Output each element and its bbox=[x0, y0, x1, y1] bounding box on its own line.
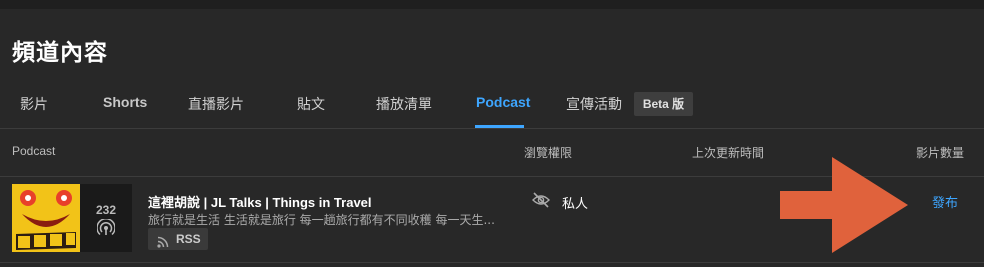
tab-shorts[interactable]: Shorts bbox=[103, 94, 147, 110]
column-header-video-count[interactable]: 影片數量 bbox=[916, 144, 964, 161]
episode-count-panel bbox=[80, 184, 132, 252]
page-title: 頻道內容 bbox=[12, 40, 108, 66]
podcast-thumbnail[interactable] bbox=[12, 184, 80, 252]
tab-videos[interactable]: 影片 bbox=[20, 94, 48, 114]
tab-live[interactable]: 直播影片 bbox=[188, 94, 244, 114]
rss-icon bbox=[157, 233, 169, 252]
column-header-last-updated[interactable]: 上次更新時間 bbox=[692, 144, 764, 161]
tab-podcast[interactable]: Podcast bbox=[476, 94, 530, 110]
tab-promotions[interactable]: 宣傳活動 bbox=[566, 94, 622, 114]
rss-label: RSS bbox=[176, 232, 201, 246]
tab-bar: 影片 Shorts 直播影片 貼文 播放清單 Podcast 宣傳活動 bbox=[0, 86, 984, 129]
annotation-arrow bbox=[780, 157, 920, 257]
episode-count: 232 bbox=[95, 203, 117, 217]
visibility-label: 私人 bbox=[562, 197, 589, 212]
podcast-icon bbox=[96, 218, 116, 241]
column-header-podcast[interactable]: Podcast bbox=[12, 144, 55, 158]
podcast-description: 旅行就是生活 生活就是旅行 每一趟旅行都有不同收穫 每一天生... bbox=[148, 213, 495, 227]
tab-playlists[interactable]: 播放清單 bbox=[376, 94, 432, 114]
column-header-visibility[interactable]: 瀏覽權限 bbox=[524, 144, 572, 161]
divider bbox=[0, 128, 984, 129]
tab-posts[interactable]: 貼文 bbox=[297, 94, 325, 114]
eye-off-icon bbox=[532, 192, 550, 212]
beta-badge: Beta 版 bbox=[634, 92, 693, 116]
divider bbox=[0, 262, 984, 263]
top-bar bbox=[0, 0, 984, 9]
podcast-title[interactable]: 這裡胡說 | JL Talks | Things in Travel bbox=[148, 192, 372, 211]
publish-link[interactable]: 發布 bbox=[932, 192, 958, 211]
rss-chip[interactable]: RSS bbox=[148, 228, 208, 250]
